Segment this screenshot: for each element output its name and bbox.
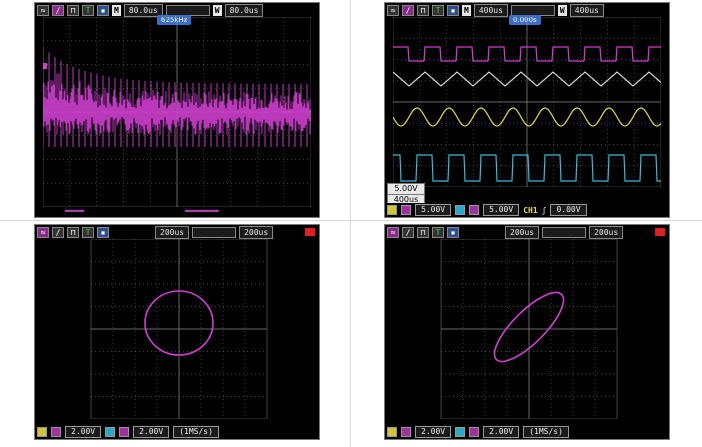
- ch1-icon[interactable]: [387, 205, 397, 215]
- trigger-level[interactable]: 0.00V: [550, 204, 587, 216]
- waveform-icon[interactable]: ≈: [37, 226, 49, 238]
- timebase-right[interactable]: 80.0us: [224, 3, 264, 17]
- ch1-icon[interactable]: [37, 427, 47, 437]
- scope-panel-fft: ≈ ∕ ⊓ T ▪ M 80.0us W 80.0us 625kHz ▬▬▬▬ …: [34, 2, 320, 218]
- ch2-icon[interactable]: [401, 427, 411, 437]
- ch3-icon[interactable]: [105, 427, 116, 437]
- probe-icon[interactable]: ∕: [52, 226, 64, 238]
- timebase-right[interactable]: 200us: [239, 225, 274, 239]
- probe-icon[interactable]: ∕: [402, 4, 414, 16]
- ch1-icon[interactable]: [387, 427, 397, 437]
- waveform-icon[interactable]: ≈: [387, 4, 399, 16]
- trigger-icon[interactable]: T: [82, 4, 94, 16]
- timebase-right[interactable]: 200us: [589, 225, 624, 239]
- scope-panel-xy-circle: ≈ ∕ ⊓ T ▪ 200us 200us 2.00V 2.00V (1MS/s…: [34, 224, 320, 440]
- scope-panel-waves: ≈ ∕ ⊓ T ▪ M 400us W 400us 0.000s 5.00V 4…: [384, 2, 670, 218]
- ch4-icon[interactable]: [469, 427, 480, 437]
- mode-badge: M: [112, 4, 121, 16]
- ch-volt-b[interactable]: 2.00V: [483, 426, 520, 438]
- sample-rate: (1MS/s): [173, 426, 219, 438]
- waveform-display: [393, 17, 661, 187]
- fft-readout-right: ▬▬▬▬▬▬▬: [185, 206, 219, 215]
- record-indicator: [305, 228, 315, 236]
- scope-panel-xy-ellipse: ≈ ∕ ⊓ T ▪ 200us 200us 2.00V 2.00V (1MS/s…: [384, 224, 670, 440]
- timebase-left[interactable]: 400us: [473, 3, 508, 17]
- xy-display: [440, 239, 618, 419]
- wave-overview: [192, 226, 237, 238]
- ch4-icon[interactable]: [469, 205, 480, 215]
- save-icon[interactable]: ▪: [447, 4, 459, 16]
- fft-readout-left: ▬▬▬▬: [65, 206, 85, 215]
- fft-display: [43, 17, 311, 207]
- ch-volt-b[interactable]: 5.00V: [483, 204, 520, 216]
- xy-grid: [440, 239, 618, 419]
- ch-volt-a[interactable]: 5.00V: [415, 204, 452, 216]
- ch-volt-a[interactable]: 2.00V: [65, 426, 102, 438]
- pulse-icon[interactable]: ⊓: [417, 4, 429, 16]
- scope-statusbar: 2.00V 2.00V (1MS/s): [385, 425, 669, 439]
- save-icon[interactable]: ▪: [97, 4, 109, 16]
- ch2-icon[interactable]: [401, 205, 411, 215]
- wave-overview: [510, 4, 555, 16]
- edge-icon: ʃ: [541, 205, 547, 215]
- ch4-icon[interactable]: [119, 427, 130, 437]
- sample-rate: (1MS/s): [523, 426, 569, 438]
- wave-overview: [542, 226, 587, 238]
- trigger-channel[interactable]: CH1: [523, 206, 537, 215]
- probe-icon[interactable]: ∕: [52, 4, 64, 16]
- timebase-left[interactable]: 200us: [155, 225, 190, 239]
- wave-overview: [165, 4, 210, 16]
- scope-toolbar: ≈ ∕ ⊓ T ▪ 200us 200us: [35, 225, 319, 239]
- trigger-icon[interactable]: T: [432, 226, 444, 238]
- waveform-icon[interactable]: ≈: [37, 4, 49, 16]
- record-indicator: [655, 228, 665, 236]
- scope-statusbar: 2.00V 2.00V (1MS/s): [35, 425, 319, 439]
- trigger-icon[interactable]: T: [82, 226, 94, 238]
- probe-icon[interactable]: ∕: [402, 226, 414, 238]
- timebase-right[interactable]: 400us: [569, 3, 604, 17]
- pulse-icon[interactable]: ⊓: [67, 4, 79, 16]
- save-icon[interactable]: ▪: [447, 226, 459, 238]
- save-icon[interactable]: ▪: [97, 226, 109, 238]
- window-badge: W: [557, 4, 567, 16]
- timebase-left[interactable]: 200us: [505, 225, 540, 239]
- mode-badge: M: [462, 4, 471, 16]
- scope-statusbar: 5.00V 5.00V CH1 ʃ 0.00V: [385, 203, 669, 217]
- pulse-icon[interactable]: ⊓: [67, 226, 79, 238]
- ch-volt-b[interactable]: 2.00V: [133, 426, 170, 438]
- xy-display: [90, 239, 268, 419]
- ch3-icon[interactable]: [455, 427, 466, 437]
- window-badge: W: [212, 4, 222, 16]
- channel-marker: [43, 63, 47, 69]
- scope-toolbar: ≈ ∕ ⊓ T ▪ 200us 200us: [385, 225, 669, 239]
- pulse-icon[interactable]: ⊓: [417, 226, 429, 238]
- ch-volt-a[interactable]: 2.00V: [415, 426, 452, 438]
- ch2-icon[interactable]: [51, 427, 61, 437]
- ch3-icon[interactable]: [455, 205, 466, 215]
- waveform-icon[interactable]: ≈: [387, 226, 399, 238]
- trigger-icon[interactable]: T: [432, 4, 444, 16]
- xy-grid: [90, 239, 268, 419]
